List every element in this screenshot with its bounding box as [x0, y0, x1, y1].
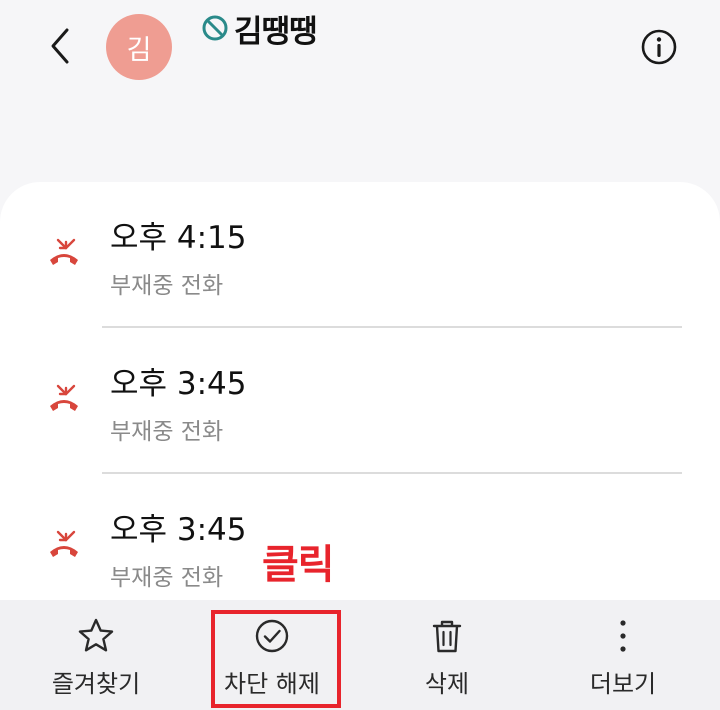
missed-call-icon: [50, 238, 78, 265]
delete-label: 삭제: [424, 670, 470, 698]
call-time: 오후 3:45: [110, 366, 247, 402]
trash-icon: [432, 620, 462, 653]
unblock-label: 차단 해제: [224, 670, 320, 698]
delete-button[interactable]: 삭제: [357, 600, 537, 710]
blocked-icon: [200, 13, 230, 43]
favorite-label: 즐겨찾기: [51, 670, 141, 698]
more-vertical-icon: [620, 620, 626, 652]
call-history-item[interactable]: 오후 4:15 부재중 전화: [0, 182, 720, 328]
unblock-button[interactable]: 차단 해제: [182, 600, 362, 710]
avatar-initial: 김: [126, 34, 152, 66]
call-history-card: 오후 4:15 부재중 전화 오후 3:45 부재중 전화 오후 3:45 부재…: [0, 182, 720, 622]
more-label: 더보기: [589, 670, 657, 698]
favorite-button[interactable]: 즐겨찾기: [6, 600, 186, 710]
bottom-toolbar: 즐겨찾기 차단 해제 삭제 더보기: [0, 600, 720, 710]
call-detail-screen: 김 김땡땡 오후 4:15 부재중 전화 오후 3:45 부재중 전화 오후 3…: [0, 0, 720, 710]
call-time: 오후 3:45: [110, 512, 247, 548]
contact-name: 김땡땡: [200, 6, 318, 50]
click-annotation: 클릭: [262, 542, 335, 588]
contact-name-text: 김땡땡: [234, 13, 318, 50]
star-icon: [78, 618, 114, 652]
info-button[interactable]: [636, 24, 682, 70]
chevron-left-icon: [51, 28, 69, 64]
info-icon: [641, 29, 677, 65]
more-button[interactable]: 더보기: [533, 600, 713, 710]
check-circle-icon: [255, 619, 289, 653]
missed-call-icon: [50, 384, 78, 411]
call-type: 부재중 전화: [110, 419, 224, 445]
call-type: 부재중 전화: [110, 565, 224, 591]
back-button[interactable]: [36, 22, 84, 70]
avatar[interactable]: 김: [106, 14, 172, 80]
call-type: 부재중 전화: [110, 273, 224, 299]
missed-call-icon: [50, 530, 78, 557]
call-history-item[interactable]: 오후 3:45 부재중 전화: [0, 328, 720, 474]
call-time: 오후 4:15: [110, 220, 247, 256]
call-history-item[interactable]: 오후 3:45 부재중 전화: [0, 474, 720, 620]
